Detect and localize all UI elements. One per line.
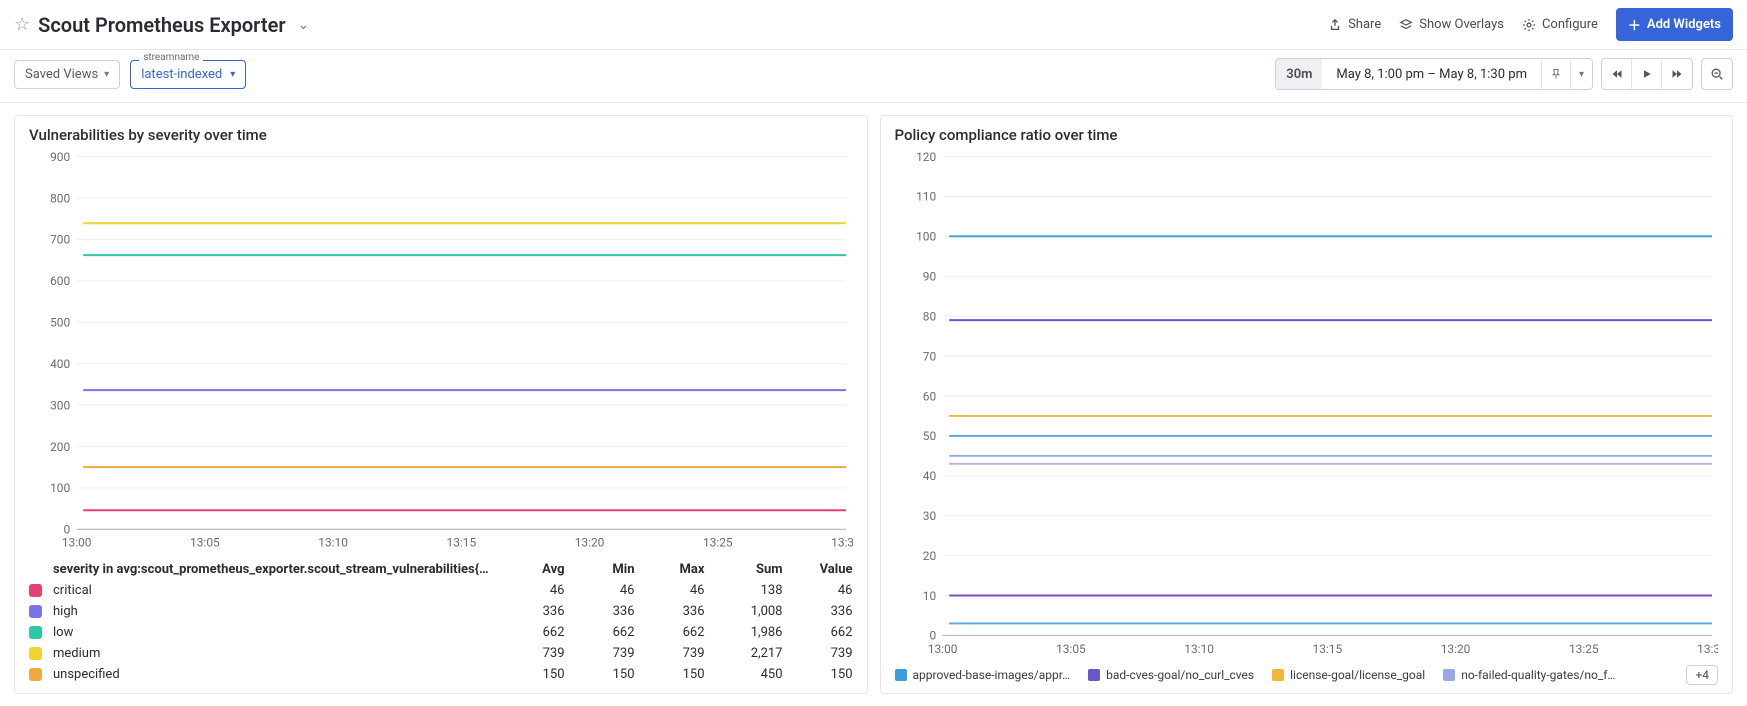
streamname-label: streamname — [139, 52, 203, 63]
star-icon[interactable]: ☆ — [14, 14, 30, 35]
play-button[interactable] — [1632, 59, 1662, 89]
forward-button[interactable] — [1662, 59, 1692, 89]
svg-text:400: 400 — [50, 357, 70, 371]
svg-text:100: 100 — [916, 230, 936, 244]
policy-legend: approved-base-images/appr… bad-cves-goal/… — [895, 665, 1719, 685]
configure-button[interactable]: Configure — [1522, 17, 1598, 32]
chevron-down-icon: ▾ — [104, 69, 109, 80]
svg-text:13:05: 13:05 — [190, 536, 220, 550]
svg-text:13:25: 13:25 — [1568, 642, 1598, 656]
svg-text:13:10: 13:10 — [318, 536, 348, 550]
color-swatch — [29, 584, 42, 597]
gear-icon — [1522, 18, 1536, 32]
svg-text:13:00: 13:00 — [927, 642, 957, 656]
color-swatch — [1088, 669, 1100, 681]
svg-text:600: 600 — [50, 274, 70, 288]
svg-text:20: 20 — [922, 549, 936, 563]
table-row[interactable]: low 662 662 662 1,986 662 — [29, 622, 853, 643]
svg-text:13:10: 13:10 — [1184, 642, 1214, 656]
table-row[interactable]: high 336 336 336 1,008 336 — [29, 601, 853, 622]
svg-text:13:15: 13:15 — [447, 536, 477, 550]
color-swatch — [29, 647, 42, 660]
severity-label: medium — [53, 646, 495, 661]
svg-text:70: 70 — [922, 349, 936, 363]
svg-text:13:05: 13:05 — [1056, 642, 1086, 656]
svg-text:700: 700 — [50, 233, 70, 247]
panel-title: Policy compliance ratio over time — [895, 126, 1719, 144]
svg-text:13:25: 13:25 — [703, 536, 733, 550]
panel-title: Vulnerabilities by severity over time — [29, 126, 853, 144]
page-title: Scout Prometheus Exporter — [38, 13, 285, 37]
severity-label: critical — [53, 583, 495, 598]
time-picker[interactable]: 30m May 8, 1:00 pm – May 8, 1:30 pm ▾ — [1275, 58, 1593, 90]
severity-label: low — [53, 625, 495, 640]
table-row[interactable]: critical 46 46 46 138 46 — [29, 580, 853, 601]
metric-header: severity in avg:scout_prometheus_exporte… — [53, 562, 495, 577]
legend-more-badge[interactable]: +4 — [1686, 665, 1718, 685]
zoom-out-button[interactable] — [1701, 58, 1733, 90]
svg-text:13:15: 13:15 — [1312, 642, 1342, 656]
legend-item[interactable]: no-failed-quality-gates/no_f… — [1443, 668, 1615, 682]
streamname-dropdown[interactable]: streamname latest-indexed ▾ — [130, 60, 246, 89]
share-button[interactable]: Share — [1328, 17, 1381, 32]
svg-text:13:30: 13:30 — [831, 536, 852, 550]
svg-text:13:30: 13:30 — [1697, 642, 1718, 656]
svg-text:30: 30 — [922, 509, 936, 523]
svg-text:300: 300 — [50, 398, 70, 412]
color-swatch — [29, 668, 42, 681]
color-swatch — [1443, 669, 1455, 681]
add-widgets-button[interactable]: ＋ Add Widgets — [1616, 8, 1733, 41]
overlays-button[interactable]: Show Overlays — [1399, 17, 1504, 32]
rewind-button[interactable] — [1602, 59, 1632, 89]
chevron-down-icon: ▾ — [230, 69, 235, 80]
svg-text:13:20: 13:20 — [1440, 642, 1470, 656]
svg-text:900: 900 — [50, 150, 70, 164]
time-nav-group — [1601, 58, 1693, 90]
svg-text:800: 800 — [50, 191, 70, 205]
svg-text:10: 10 — [922, 589, 936, 603]
color-swatch — [29, 605, 42, 618]
color-swatch — [1272, 669, 1284, 681]
svg-text:0: 0 — [63, 523, 70, 537]
plus-icon: ＋ — [1628, 15, 1641, 34]
vuln-table: severity in avg:scout_prometheus_exporte… — [29, 559, 853, 685]
svg-text:13:00: 13:00 — [62, 536, 92, 550]
time-range-preset[interactable]: 30m — [1276, 59, 1322, 89]
vuln-chart[interactable]: 0 100 200 300 400 500 600 700 800 900 13:00 13:05 13… — [29, 150, 853, 553]
svg-text:80: 80 — [922, 309, 936, 323]
table-row[interactable]: medium 739 739 739 2,217 739 — [29, 643, 853, 664]
share-icon — [1328, 18, 1342, 32]
svg-text:60: 60 — [922, 389, 936, 403]
legend-item[interactable]: license-goal/license_goal — [1272, 668, 1425, 682]
severity-label: unspecified — [53, 667, 495, 682]
time-range-text: May 8, 1:00 pm – May 8, 1:30 pm — [1322, 67, 1541, 82]
svg-text:0: 0 — [929, 629, 936, 643]
saved-views-dropdown[interactable]: Saved Views ▾ — [14, 60, 120, 89]
policy-chart[interactable]: 0 10 20 30 40 50 60 70 80 90 100 110 120 13:00 13:05 13… — [895, 150, 1719, 659]
pin-icon[interactable] — [1541, 59, 1570, 89]
title-dropdown-icon[interactable]: ⌄ — [294, 13, 314, 37]
color-swatch — [895, 669, 907, 681]
svg-text:13:20: 13:20 — [575, 536, 605, 550]
panel-policy: Policy compliance ratio over time 0 10 20 3… — [880, 115, 1734, 694]
severity-label: high — [53, 604, 495, 619]
layers-icon — [1399, 18, 1413, 32]
time-dropdown-icon[interactable]: ▾ — [1570, 59, 1592, 89]
svg-text:500: 500 — [50, 316, 70, 330]
svg-text:50: 50 — [922, 429, 936, 443]
legend-item[interactable]: bad-cves-goal/no_curl_cves — [1088, 668, 1254, 682]
svg-text:200: 200 — [50, 440, 70, 454]
svg-text:100: 100 — [50, 481, 70, 495]
panel-vulnerabilities: Vulnerabilities by severity over time 01… — [14, 115, 868, 694]
svg-text:40: 40 — [922, 469, 936, 483]
svg-text:90: 90 — [922, 270, 936, 284]
svg-text:120: 120 — [916, 150, 936, 164]
color-swatch — [29, 626, 42, 639]
legend-item[interactable]: approved-base-images/appr… — [895, 668, 1071, 682]
table-row[interactable]: unspecified 150 150 150 450 150 — [29, 664, 853, 685]
svg-text:110: 110 — [916, 190, 936, 204]
